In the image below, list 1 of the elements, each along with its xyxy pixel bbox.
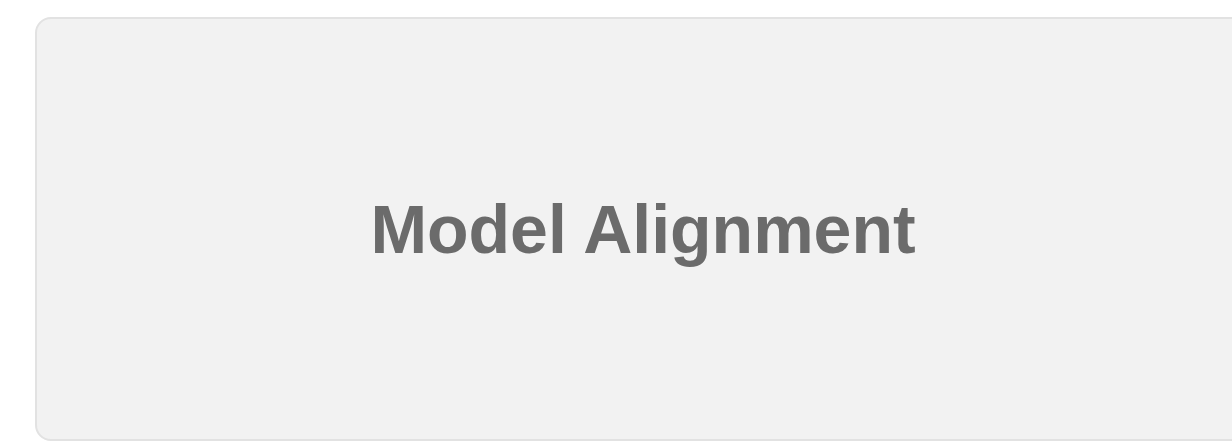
card-title: Model Alignment xyxy=(370,190,916,268)
